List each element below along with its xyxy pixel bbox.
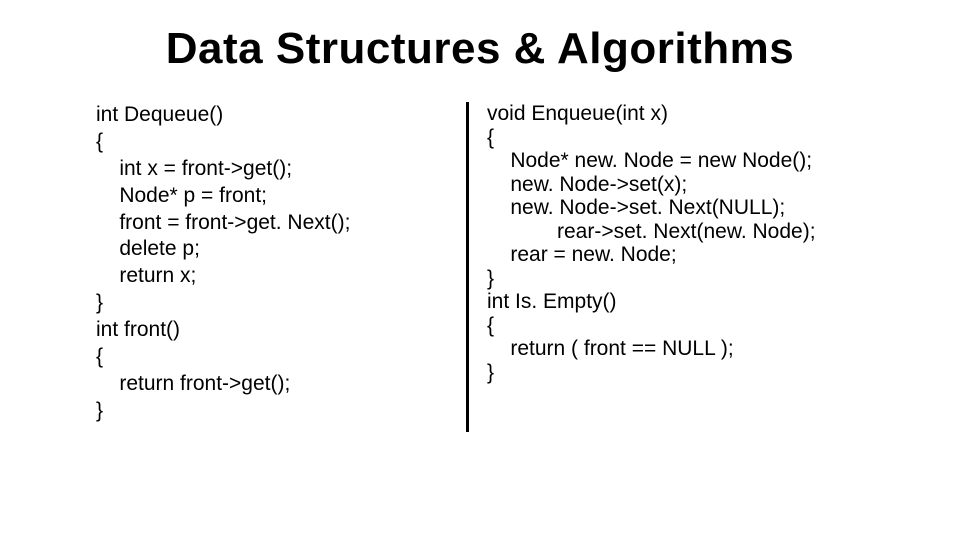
column-divider [466, 102, 469, 432]
code-columns: int Dequeue() { int x = front->get(); No… [48, 102, 912, 432]
slide-title: Data Structures & Algorithms [48, 24, 912, 74]
slide: Data Structures & Algorithms int Dequeue… [0, 0, 960, 540]
right-code-block: void Enqueue(int x) { Node* new. Node = … [487, 102, 864, 384]
left-code-block: int Dequeue() { int x = front->get(); No… [96, 102, 466, 425]
